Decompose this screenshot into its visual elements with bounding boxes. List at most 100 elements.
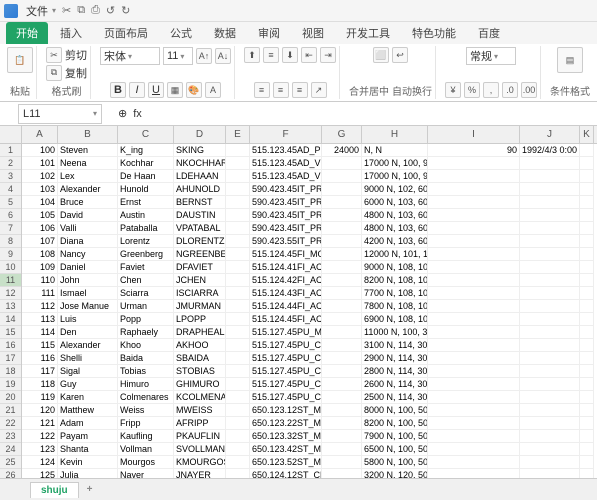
cell[interactable] <box>520 261 580 274</box>
cell[interactable]: Diana <box>58 235 118 248</box>
cell[interactable]: DRAPHEAL <box>174 326 226 339</box>
cell[interactable]: John <box>58 274 118 287</box>
bold-icon[interactable]: B <box>110 82 126 98</box>
cell[interactable]: Tobias <box>118 365 174 378</box>
cell[interactable] <box>322 196 362 209</box>
cell[interactable] <box>322 326 362 339</box>
tab-1[interactable]: 插入 <box>50 22 92 44</box>
cell[interactable]: Hunold <box>118 183 174 196</box>
cell[interactable]: 650.123.22ST_MAN <box>250 417 322 430</box>
cell[interactable] <box>580 287 594 300</box>
cell[interactable] <box>428 209 520 222</box>
increase-font-icon[interactable]: A↑ <box>196 48 212 64</box>
tab-5[interactable]: 审阅 <box>248 22 290 44</box>
cell[interactable] <box>226 157 250 170</box>
cell[interactable]: 120 <box>22 404 58 417</box>
row-header[interactable]: 6 <box>0 209 21 222</box>
row-header[interactable]: 22 <box>0 417 21 430</box>
cell[interactable]: Den <box>58 326 118 339</box>
cell[interactable] <box>226 326 250 339</box>
cell[interactable] <box>428 339 520 352</box>
row-header[interactable]: 15 <box>0 326 21 339</box>
cell[interactable] <box>520 443 580 456</box>
cell[interactable] <box>428 274 520 287</box>
cell[interactable] <box>580 430 594 443</box>
cell[interactable]: Sigal <box>58 365 118 378</box>
col-header[interactable]: I <box>428 126 520 143</box>
cell[interactable] <box>428 235 520 248</box>
underline-icon[interactable]: U <box>148 82 164 98</box>
cell[interactable]: 102 <box>22 170 58 183</box>
tab-4[interactable]: 数据 <box>204 22 246 44</box>
cell[interactable] <box>520 170 580 183</box>
decrease-font-icon[interactable]: A↓ <box>215 48 231 64</box>
comma-icon[interactable]: , <box>483 82 499 98</box>
cell[interactable] <box>322 183 362 196</box>
add-sheet-button[interactable]: + <box>81 482 99 497</box>
cell[interactable] <box>226 300 250 313</box>
cell[interactable] <box>322 443 362 456</box>
cell[interactable] <box>322 235 362 248</box>
align-left-icon[interactable]: ≡ <box>254 82 270 98</box>
cell[interactable] <box>226 443 250 456</box>
cell[interactable]: AHUNOLD <box>174 183 226 196</box>
cell[interactable]: Austin <box>118 209 174 222</box>
cell[interactable]: Faviet <box>118 261 174 274</box>
cell[interactable]: NKOCHHAR <box>174 157 226 170</box>
cell[interactable]: 118 <box>22 378 58 391</box>
cell[interactable]: AKHOO <box>174 339 226 352</box>
cell[interactable]: Alexander <box>58 339 118 352</box>
cell[interactable] <box>580 300 594 313</box>
cell[interactable] <box>322 365 362 378</box>
qat-undo-icon[interactable]: ↺ <box>106 4 115 17</box>
row-header[interactable]: 7 <box>0 222 21 235</box>
cell[interactable]: DAUSTIN <box>174 209 226 222</box>
cell[interactable] <box>322 274 362 287</box>
cell[interactable]: 6900 N, 108, 100, 2000-09-09 00:00:00″ <box>362 313 428 326</box>
cell[interactable] <box>322 248 362 261</box>
cell[interactable]: Payam <box>58 430 118 443</box>
tab-2[interactable]: 页面布局 <box>94 22 158 44</box>
cell[interactable]: BERNST <box>174 196 226 209</box>
cell[interactable]: Colmenares <box>118 391 174 404</box>
cell[interactable]: Ismael <box>58 287 118 300</box>
cell[interactable]: Urman <box>118 300 174 313</box>
cell[interactable]: Lex <box>58 170 118 183</box>
cell[interactable] <box>226 456 250 469</box>
cell[interactable]: 515.127.45PU_CLERK <box>250 352 322 365</box>
cell[interactable]: Kochhar <box>118 157 174 170</box>
cell[interactable] <box>580 170 594 183</box>
col-header[interactable]: D <box>174 126 226 143</box>
cell[interactable] <box>520 430 580 443</box>
cell[interactable] <box>226 313 250 326</box>
row-header[interactable]: 23 <box>0 430 21 443</box>
cell[interactable]: 4200 N, 103, 60, 1998-03-03 00:00:00″ <box>362 235 428 248</box>
cell[interactable] <box>322 261 362 274</box>
dec-decimal-icon[interactable]: .00 <box>521 82 537 98</box>
cell[interactable]: Shanta <box>58 443 118 456</box>
cell[interactable]: 122 <box>22 430 58 443</box>
fx-icon[interactable]: ⊕ <box>118 107 127 120</box>
cell[interactable]: 515.124.43FI_ACCOUNT <box>250 287 322 300</box>
cell[interactable] <box>520 365 580 378</box>
qat-cut-icon[interactable]: ✂ <box>62 4 71 17</box>
cell[interactable]: 121 <box>22 417 58 430</box>
cell[interactable] <box>428 430 520 443</box>
cell[interactable] <box>428 300 520 313</box>
cell[interactable]: SKING <box>174 144 226 157</box>
cell[interactable] <box>520 456 580 469</box>
cell[interactable]: 17000 N, 100, 90, 1992-04-03 00:00:00″ <box>362 157 428 170</box>
select-all-corner[interactable] <box>0 126 22 143</box>
paste-button[interactable]: 📋 <box>7 47 33 73</box>
cell[interactable] <box>322 430 362 443</box>
cell[interactable]: 5800 N, 100, 50, 2004-02-06 00:00:00″ <box>362 456 428 469</box>
cell[interactable]: DLORENTZ <box>174 235 226 248</box>
cell[interactable]: Luis <box>58 313 118 326</box>
cell[interactable] <box>580 274 594 287</box>
row-header[interactable]: 14 <box>0 313 21 326</box>
cell[interactable]: 515.124.44FI_ACCOUNT <box>250 300 322 313</box>
tab-9[interactable]: 百度 <box>468 22 510 44</box>
cell[interactable]: Fripp <box>118 417 174 430</box>
cell[interactable]: 104 <box>22 196 58 209</box>
cell[interactable]: 123 <box>22 443 58 456</box>
